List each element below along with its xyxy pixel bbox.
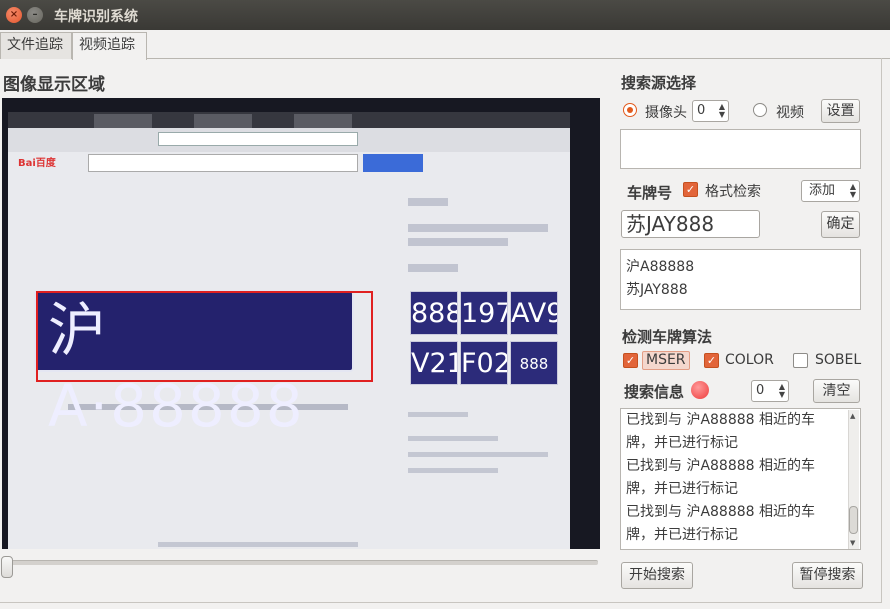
log-line: 牌，并已进行标记 — [626, 481, 738, 497]
status-indicator-icon — [691, 381, 709, 399]
spinner-arrows-icon: ▲ ▼ — [718, 102, 725, 119]
camera-label: 摄像头 — [645, 105, 687, 121]
plate-thumbnail: 888 — [410, 291, 458, 335]
confirm-button[interactable]: 确定 — [821, 211, 860, 238]
tab-video-tracking[interactable]: 视频追踪 — [72, 32, 147, 60]
pause-search-button[interactable]: 暂停搜索 — [792, 562, 863, 589]
camera-index-spinner[interactable]: 0 ▲ ▼ — [692, 100, 729, 122]
format-search-checkbox[interactable]: ✓ — [683, 182, 698, 197]
scroll-down-icon[interactable]: ▼ — [850, 539, 855, 547]
log-line: 已找到与 沪A88888 相近的车 — [626, 412, 816, 428]
source-title: 搜索源选择 — [621, 74, 697, 92]
log-line: 已找到与 沪A88888 相近的车 — [626, 458, 816, 474]
clear-button[interactable]: 清空 — [813, 379, 860, 403]
algorithm-title: 检测车牌算法 — [622, 328, 713, 346]
source-path-box[interactable] — [620, 129, 861, 169]
plate-thumbnail: V21 — [410, 341, 458, 385]
sobel-checkbox[interactable] — [793, 353, 808, 368]
plate-thumbnail: F02 — [460, 341, 508, 385]
slider-handle[interactable] — [1, 556, 13, 578]
spinner-arrows-icon: ▲ ▼ — [778, 382, 785, 399]
search-info-title: 搜索信息 — [624, 383, 685, 401]
color-label: COLOR — [725, 352, 774, 368]
list-item[interactable]: 沪A88888 — [621, 256, 860, 279]
format-search-label: 格式检索 — [705, 184, 761, 200]
image-area-title: 图像显示区域 — [3, 75, 105, 95]
plate-title: 车牌号 — [627, 184, 673, 202]
spinner-arrows-icon: ▲ ▼ — [849, 182, 856, 199]
camera-radio[interactable] — [623, 103, 637, 117]
image-display: Bai百度 沪A·88888 888 197 AV9 V21 F02 888 — [2, 98, 600, 549]
search-log[interactable]: 已找到与 沪A88888 相近的车 牌，并已进行标记 已找到与 沪A88888 … — [620, 408, 861, 550]
title-bar: × – 车牌识别系统 — [0, 0, 890, 30]
tab-bar: 文件追踪 视频追踪 — [0, 30, 890, 60]
scroll-thumb[interactable] — [849, 506, 858, 534]
add-combo[interactable]: 添加 ▲ ▼ — [801, 180, 860, 202]
minimize-icon[interactable]: – — [27, 7, 43, 23]
log-line: 牌，并已进行标记 — [626, 435, 738, 451]
sobel-label: SOBEL — [815, 352, 862, 368]
plate-thumbnail: 888 — [510, 341, 558, 385]
mser-checkbox[interactable]: ✓ — [623, 353, 638, 368]
video-progress-slider[interactable] — [2, 560, 598, 565]
log-line: 已找到与 沪A88888 相近的车 — [626, 504, 816, 520]
plate-list[interactable]: 沪A88888 苏JAY888 — [620, 249, 861, 310]
start-search-button[interactable]: 开始搜索 — [621, 562, 693, 589]
color-checkbox[interactable]: ✓ — [704, 353, 719, 368]
video-label: 视频 — [776, 105, 804, 121]
browser-logo: Bai百度 — [18, 158, 56, 169]
plate-input[interactable]: 苏JAY888 — [621, 210, 760, 238]
tab-file-tracking[interactable]: 文件追踪 — [0, 32, 72, 59]
close-icon[interactable]: × — [6, 7, 22, 23]
list-item[interactable]: 苏JAY888 — [621, 279, 860, 302]
search-count-spinner[interactable]: 0 ▲ ▼ — [751, 380, 789, 402]
window-title: 车牌识别系统 — [54, 9, 138, 25]
plate-thumbnail: 197 — [460, 291, 508, 335]
log-line: 牌，并已进行标记 — [626, 527, 738, 543]
scroll-up-icon[interactable]: ▲ — [850, 412, 855, 420]
video-radio[interactable] — [753, 103, 767, 117]
mser-label: MSER — [642, 351, 690, 370]
settings-button[interactable]: 设置 — [821, 99, 860, 123]
plate-thumbnail: AV9 — [510, 291, 558, 335]
plate-detection-box — [36, 291, 373, 382]
